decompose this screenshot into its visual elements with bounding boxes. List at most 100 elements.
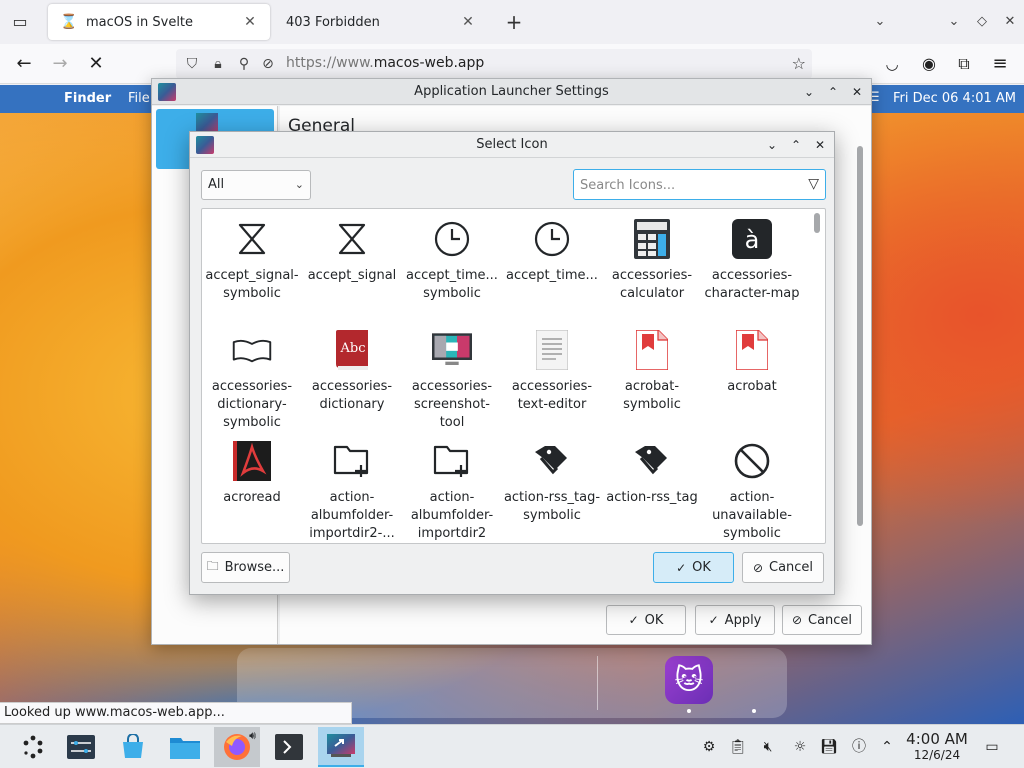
icon-grid-item[interactable]: accessories-text-editor bbox=[502, 324, 602, 434]
cancel-icon: ⊘ bbox=[752, 560, 763, 575]
help-icon[interactable]: ⓘ bbox=[849, 737, 869, 757]
menu-file[interactable]: File bbox=[128, 91, 150, 106]
back-arrow-icon[interactable]: ← bbox=[12, 52, 36, 76]
firefox-icon[interactable]: 🔊︎ bbox=[214, 727, 260, 767]
icon-grid-item[interactable]: accessories-dictionary-symbolic bbox=[202, 324, 302, 434]
github-icon[interactable]: 🐱︎ bbox=[665, 656, 713, 704]
volume-muted-icon[interactable]: 🔇︎ bbox=[758, 737, 778, 757]
software-store-icon[interactable] bbox=[110, 727, 156, 767]
settings-title-bar[interactable]: Application Launcher Settings ⌄ ⌃ ✕ bbox=[152, 79, 871, 105]
filter-funnel-icon[interactable]: ▽ bbox=[808, 176, 819, 192]
maximize-icon[interactable]: ⌃ bbox=[784, 132, 808, 158]
icon-grid-item-label: acroread bbox=[223, 490, 281, 505]
scrollbar-thumb[interactable] bbox=[814, 213, 820, 233]
bookmark-star-icon[interactable]: ☆ bbox=[792, 54, 806, 73]
icon-grid-item[interactable]: accept_time... bbox=[502, 213, 602, 323]
icon-grid-item[interactable]: accept_time... symbolic bbox=[402, 213, 502, 323]
permissions-icon[interactable]: ⚲ bbox=[234, 54, 254, 74]
menubar-clock: Fri Dec 06 4:01 AM bbox=[892, 91, 1016, 106]
icon-grid-item[interactable]: acrobat bbox=[702, 324, 802, 434]
settings-scrollbar[interactable] bbox=[855, 146, 865, 566]
minimize-browser-icon[interactable]: ⌄ bbox=[942, 10, 966, 34]
settings-apply-button[interactable]: ✓ Apply bbox=[695, 605, 775, 635]
dialog-cancel-button[interactable]: ⊘ Cancel bbox=[742, 552, 824, 583]
clock-icon bbox=[532, 219, 572, 259]
url-text[interactable]: https://www.macos-web.app bbox=[286, 55, 484, 71]
restore-browser-icon[interactable]: ◇ bbox=[970, 10, 994, 34]
new-tab-icon[interactable]: + bbox=[502, 10, 526, 34]
icon-grid-scrollbar[interactable] bbox=[813, 211, 821, 541]
icon-grid-item[interactable]: accept_signal-symbolic bbox=[202, 213, 302, 323]
minimize-icon[interactable]: ⌄ bbox=[760, 132, 784, 158]
icon-grid-item[interactable]: action-albumfolder-importdir2 bbox=[402, 435, 502, 543]
button-label: Cancel bbox=[769, 560, 814, 575]
icon-grid-item-label: accessories-text-editor bbox=[511, 379, 593, 412]
lock-icon[interactable]: 🔒︎ bbox=[208, 54, 228, 74]
brightness-icon[interactable]: ☼ bbox=[790, 737, 810, 757]
tracking-blocked-icon[interactable]: ⊘ bbox=[258, 54, 278, 74]
icon-grid-item[interactable]: Abc accessories-dictionary bbox=[302, 324, 402, 434]
browser-status-text: Looked up www.macos-web.app... bbox=[0, 702, 352, 724]
icon-grid-item[interactable]: à accessories-character-map bbox=[702, 213, 802, 323]
tab-403-forbidden[interactable]: 403 Forbidden ✕ bbox=[274, 4, 488, 40]
icon-grid-item[interactable]: accessories-screenshot-tool bbox=[402, 324, 502, 434]
icon-grid-item[interactable]: acrobat-symbolic bbox=[602, 324, 702, 434]
browse-button[interactable]: 🗀 Browse... bbox=[201, 552, 290, 583]
url-bar[interactable]: ⛉ 🔒︎ ⚲ ⊘ https://www.macos-web.app ☆ bbox=[176, 49, 812, 79]
icon-grid-item[interactable]: action-rss_tag-symbolic bbox=[502, 435, 602, 543]
icon-grid-item[interactable]: acroread bbox=[202, 435, 302, 543]
network-manager-icon[interactable]: ⚙︎ bbox=[699, 737, 719, 757]
clipboard-icon[interactable]: 📋︎ bbox=[728, 737, 748, 757]
tab-list-icon[interactable]: ▭ bbox=[8, 10, 32, 34]
dialog-ok-button[interactable]: ✓ OK bbox=[653, 552, 734, 583]
forward-arrow-icon[interactable]: → bbox=[48, 52, 72, 76]
stop-loading-icon[interactable]: ✕ bbox=[84, 52, 108, 76]
taskbar-clock[interactable]: 4:00 AM 12/6/24 bbox=[900, 731, 974, 763]
settings-cancel-button[interactable]: ⊘ Cancel bbox=[782, 605, 862, 635]
search-icons-field[interactable]: ▽ bbox=[573, 169, 826, 200]
url-prefix: https://www. bbox=[286, 55, 374, 71]
app-launcher-icon[interactable] bbox=[10, 727, 56, 767]
scrollbar-thumb[interactable] bbox=[857, 146, 863, 526]
tab-title: 403 Forbidden bbox=[286, 14, 380, 30]
account-icon[interactable]: ◉ bbox=[917, 52, 941, 76]
folder-icon: 🗀 bbox=[206, 559, 219, 573]
file-manager-icon[interactable] bbox=[162, 727, 208, 767]
close-icon[interactable]: ✕ bbox=[808, 132, 832, 158]
icon-grid-item[interactable]: action-unavailable-symbolic bbox=[702, 435, 802, 543]
system-settings-icon[interactable] bbox=[58, 727, 104, 767]
disk-icon[interactable]: 💾︎ bbox=[819, 737, 839, 757]
search-input[interactable] bbox=[580, 175, 790, 195]
audio-playing-icon: 🔊︎ bbox=[249, 729, 256, 742]
show-desktop-icon[interactable]: ▭ bbox=[982, 737, 1002, 757]
menu-finder[interactable]: Finder bbox=[64, 91, 111, 106]
dialog-title-bar[interactable]: Select Icon ⌄ ⌃ ✕ bbox=[190, 132, 834, 158]
dock-running-indicator bbox=[752, 709, 756, 713]
shield-icon[interactable]: ⛉ bbox=[182, 54, 202, 74]
close-tab-icon[interactable]: ✕ bbox=[460, 14, 476, 30]
icon-grid-item[interactable]: accessories-calculator bbox=[602, 213, 702, 323]
close-browser-icon[interactable]: ✕ bbox=[998, 10, 1022, 34]
icon-category-select[interactable]: All ⌄ bbox=[201, 170, 311, 200]
close-tab-icon[interactable]: ✕ bbox=[242, 14, 258, 30]
maximize-icon[interactable]: ⌃ bbox=[821, 79, 845, 105]
settings-ok-button[interactable]: ✓ OK bbox=[606, 605, 686, 635]
menu-hamburger-icon[interactable]: ≡ bbox=[988, 52, 1012, 76]
tray-expand-icon[interactable]: ⌃ bbox=[877, 737, 897, 757]
extensions-icon[interactable]: ⧉ bbox=[952, 52, 976, 76]
tab-overflow-chevron-icon[interactable]: ⌄ bbox=[868, 10, 892, 34]
launcher-settings-task-icon[interactable] bbox=[318, 727, 364, 767]
icon-grid-item[interactable]: action-albumfolder-importdir2-... bbox=[302, 435, 402, 543]
icon-grid-item[interactable]: accept_signal bbox=[302, 213, 402, 323]
tags-icon bbox=[532, 441, 572, 481]
close-icon[interactable]: ✕ bbox=[845, 79, 869, 105]
tab-macos-in-svelte[interactable]: ⌛ macOS in Svelte ✕ bbox=[48, 4, 270, 40]
icon-grid-item-label: action-albumfolder-importdir2 bbox=[410, 490, 494, 541]
button-label: Browse... bbox=[224, 560, 285, 575]
minimize-icon[interactable]: ⌄ bbox=[797, 79, 821, 105]
icon-grid-item-label: acrobat-symbolic bbox=[623, 379, 681, 412]
terminal-icon[interactable] bbox=[266, 727, 312, 767]
icon-grid-item[interactable]: action-rss_tag bbox=[602, 435, 702, 543]
pocket-icon[interactable]: ◡ bbox=[880, 52, 904, 76]
checkmark-icon: ✓ bbox=[708, 613, 719, 627]
